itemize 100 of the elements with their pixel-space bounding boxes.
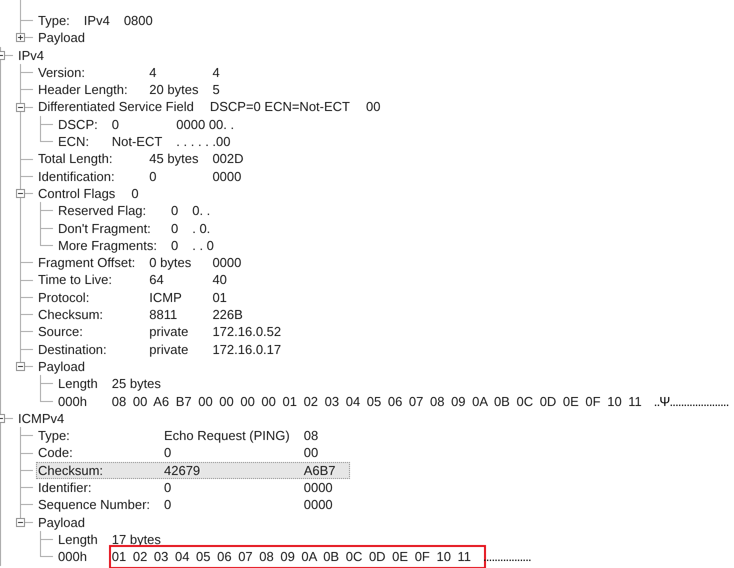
field-label: Total Length: bbox=[38, 150, 114, 168]
tree-row[interactable]: IPv4 bbox=[16, 46, 734, 64]
field-raw: 0. . bbox=[192, 202, 212, 220]
field-value: 0 bbox=[164, 496, 172, 514]
hex-bytes: 08 00 A6 B7 00 00 00 00 01 02 03 04 05 06 07 08 09 0A 0B 0C 0D 0E 0F 10 11 bbox=[112, 392, 643, 410]
field-label: Type: bbox=[38, 12, 71, 30]
collapse-toggle[interactable] bbox=[16, 518, 25, 527]
tree-row[interactable]: More Fragments: 0 . . 0 bbox=[56, 236, 228, 254]
tree-row[interactable]: Length 25 bytes bbox=[56, 375, 734, 393]
field-label: Identifier: bbox=[38, 479, 92, 496]
ascii-text: ................. bbox=[483, 548, 532, 566]
collapse-toggle[interactable] bbox=[16, 189, 25, 198]
field-raw: . . 0 bbox=[192, 236, 215, 254]
field-label: Destination: bbox=[38, 340, 108, 358]
field-raw: 226B bbox=[212, 306, 244, 324]
field-label: Length bbox=[58, 375, 99, 393]
tree-row[interactable]: Type: Echo Request (PING) 08 bbox=[36, 427, 350, 444]
ascii-text: ..Ψ..................... bbox=[654, 392, 730, 410]
field-raw: 0800 bbox=[124, 12, 154, 30]
field-raw: . 0. bbox=[192, 220, 212, 237]
field-value: 0 bbox=[170, 236, 180, 254]
field-label: Type: bbox=[38, 427, 71, 444]
field-value: 0 bbox=[112, 116, 120, 134]
field-value: 25 bytes bbox=[112, 375, 162, 393]
node-label: Payload bbox=[38, 29, 85, 47]
node-label: ICMPv4 bbox=[18, 410, 64, 428]
field-label: Protocol: bbox=[38, 288, 90, 306]
field-value: 4 bbox=[149, 64, 158, 82]
tree-row[interactable]: Destination: private 172.16.0.17 bbox=[36, 340, 296, 358]
field-raw: 4 bbox=[212, 64, 221, 82]
field-value: private bbox=[149, 323, 190, 341]
tree-row[interactable]: Payload bbox=[36, 358, 734, 376]
tree-row[interactable]: Payload bbox=[36, 29, 734, 47]
collapse-toggle[interactable] bbox=[16, 362, 25, 372]
field-raw: 01 bbox=[212, 288, 228, 306]
tree-row[interactable]: ICMPv4 bbox=[16, 410, 734, 428]
tree-row[interactable]: 000h 08 00 A6 B7 00 00 00 00 01 02 03 04 05 06 07 08 09 0A 0B 0C 0D 0E 0F 10 11 ..Ψ..................... bbox=[56, 392, 734, 410]
field-value: 0 bbox=[164, 444, 172, 462]
field-label: Don't Fragment: bbox=[58, 220, 152, 237]
field-label: More Fragments: bbox=[58, 236, 158, 254]
field-label: Header Length: bbox=[38, 81, 129, 98]
field-value: 0 bbox=[170, 220, 180, 237]
node-label: Control Flags bbox=[38, 184, 116, 202]
tree-row[interactable]: Version: 4 4 bbox=[36, 64, 296, 82]
field-raw: 40 bbox=[212, 271, 228, 289]
tree-row[interactable]: DSCP: 0 0000 00. . bbox=[56, 116, 248, 134]
node-value: DSCP=0 ECN=Not-ECT bbox=[210, 98, 350, 116]
tree-row[interactable]: Type: IPv4 0800 bbox=[36, 12, 167, 30]
offset-label: 000h bbox=[58, 392, 88, 410]
field-raw: 08 bbox=[304, 427, 320, 444]
tree-row[interactable]: Source: private 172.16.0.52 bbox=[36, 323, 296, 341]
field-value: Echo Request (PING) bbox=[164, 427, 291, 444]
field-raw: 00 bbox=[304, 444, 320, 462]
tree-row[interactable]: Don't Fragment: 0 . 0. bbox=[56, 220, 228, 237]
tree-row[interactable]: Sequence Number: 0 0000 bbox=[36, 496, 350, 514]
field-value: 0 bytes bbox=[149, 254, 192, 272]
tree-row[interactable]: Code: 0 00 bbox=[36, 444, 350, 462]
tree-row[interactable]: Length 17 bytes bbox=[56, 530, 545, 548]
field-raw: 0000 bbox=[304, 496, 334, 514]
tree-row[interactable]: Checksum: 42679 A6B7 bbox=[36, 462, 350, 480]
tree-row[interactable]: Header Length: 20 bytes 5 bbox=[36, 81, 296, 98]
field-label: Checksum: bbox=[38, 462, 104, 480]
tree-row[interactable]: Fragment Offset: 0 bytes 0000 bbox=[36, 254, 296, 272]
field-raw: A6B7 bbox=[304, 462, 337, 480]
node-label: Payload bbox=[38, 514, 85, 531]
field-value: private bbox=[149, 340, 190, 358]
field-raw: 5 bbox=[212, 81, 221, 98]
tree-row[interactable]: Time to Live: 64 40 bbox=[36, 271, 296, 289]
field-value: 8811 bbox=[149, 306, 178, 324]
tree-row[interactable]: Control Flags 0 bbox=[36, 184, 734, 202]
tree-row[interactable]: Differentiated Service Field DSCP=0 ECN=Not-ECT 00 bbox=[36, 98, 734, 116]
field-label: Length bbox=[58, 530, 99, 548]
tree-row[interactable]: 000h 01 02 03 04 05 06 07 08 09 0A 0B 0C 0D 0E 0F 10 11 ................. bbox=[56, 548, 545, 566]
tree-row[interactable]: Identification: 0 0000 bbox=[36, 168, 296, 185]
tree-row[interactable]: Payload bbox=[36, 514, 734, 531]
field-raw: 0000 bbox=[212, 168, 242, 185]
field-raw: 172.16.0.52 bbox=[212, 323, 282, 341]
tree-row[interactable]: Identifier: 0 0000 bbox=[36, 479, 350, 496]
field-raw: 002D bbox=[212, 150, 245, 168]
offset-label: 000h bbox=[58, 548, 88, 566]
tree-row[interactable]: Checksum: 8811 226B bbox=[36, 306, 296, 324]
node-label: Differentiated Service Field bbox=[38, 98, 194, 116]
field-value: 0 bbox=[170, 202, 180, 220]
field-label: DSCP: bbox=[58, 116, 99, 134]
expand-toggle[interactable] bbox=[16, 33, 25, 42]
field-label: Checksum: bbox=[38, 306, 104, 324]
field-label: Identification: bbox=[38, 168, 116, 185]
collapse-toggle[interactable] bbox=[16, 102, 25, 112]
node-raw: 00 bbox=[366, 98, 380, 116]
hex-bytes: 01 02 03 04 05 06 07 08 09 0A 0B 0C 0D 0E 0F 10 11 bbox=[112, 548, 484, 566]
tree-row[interactable]: Reserved Flag: 0 0. . bbox=[56, 202, 228, 220]
tree-row[interactable]: Protocol: ICMP 01 bbox=[36, 288, 296, 306]
tree-row[interactable]: Total Length: 45 bytes 002D bbox=[36, 150, 296, 168]
field-value: 17 bytes bbox=[112, 530, 162, 548]
field-value: 0 bbox=[149, 168, 158, 185]
node-label: Payload bbox=[38, 358, 85, 376]
tree-row[interactable]: ECN: Not-ECT . . . . . .00 bbox=[56, 133, 248, 150]
field-value: Not-ECT bbox=[112, 133, 164, 150]
field-label: Fragment Offset: bbox=[38, 254, 136, 272]
field-raw: 172.16.0.17 bbox=[212, 340, 282, 358]
